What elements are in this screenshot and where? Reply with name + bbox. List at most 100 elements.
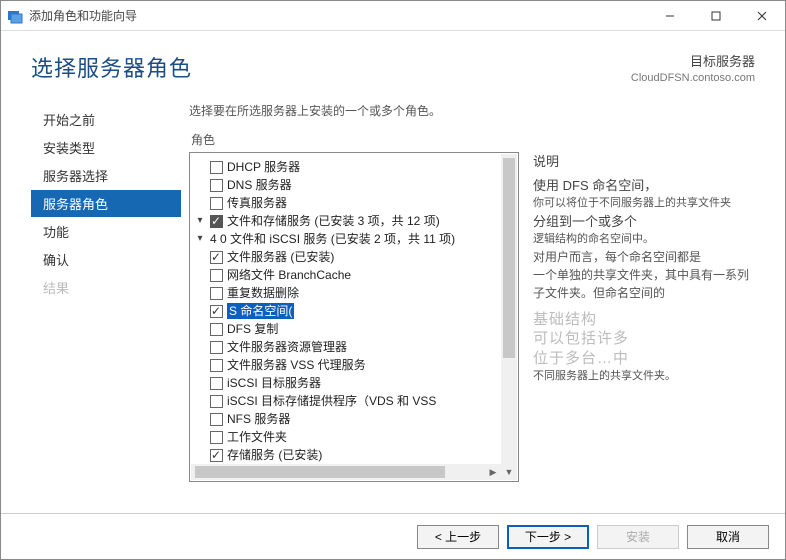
checkbox[interactable] xyxy=(210,449,223,462)
cancel-button[interactable]: 取消 xyxy=(687,525,769,549)
sidebar-item-install-type[interactable]: 安装类型 xyxy=(31,134,181,161)
tree-node-label[interactable]: iSCSI 目标服务器 xyxy=(227,375,321,391)
sidebar-item-results: 结果 xyxy=(31,274,181,301)
tree-node-label[interactable]: 传真服务器 xyxy=(227,195,287,211)
description-line: 你可以将位于不同服务器上的共享文件夹 xyxy=(533,195,765,212)
tree-row[interactable]: 文件服务器 VSS 代理服务 xyxy=(194,357,514,373)
maximize-button[interactable] xyxy=(693,1,739,31)
description-ghost: 基础结构 xyxy=(533,310,765,330)
tree-row[interactable]: DNS 服务器 xyxy=(194,177,514,193)
tree-node-label[interactable]: 重复数据删除 xyxy=(227,285,299,301)
description-line: 一个单独的共享文件夹，其中具有一系列 xyxy=(533,266,765,284)
checkbox[interactable] xyxy=(210,323,223,336)
next-button[interactable]: 下一步 > xyxy=(507,525,589,549)
collapse-icon[interactable]: ▾ xyxy=(194,233,206,245)
description-ghost: 可以包括许多 xyxy=(533,329,765,349)
tree-row[interactable]: 文件服务器 (已安装) xyxy=(194,249,514,265)
tree-row[interactable]: 文件服务器资源管理器 xyxy=(194,339,514,355)
tree-node-label[interactable]: S 命名空间( xyxy=(227,303,294,319)
tree-row[interactable]: NFS 服务器 xyxy=(194,411,514,427)
window-buttons xyxy=(647,1,785,31)
tree-node-label[interactable]: 文件和存储服务 (已安装 3 项，共 12 项) xyxy=(227,213,440,229)
app-icon xyxy=(7,8,23,24)
tree-row[interactable]: 传真服务器 xyxy=(194,195,514,211)
hscroll-thumb[interactable] xyxy=(195,466,445,478)
tree-row[interactable]: 工作文件夹 xyxy=(194,429,514,445)
scroll-right-icon[interactable]: ▶ xyxy=(485,464,501,480)
checkbox[interactable] xyxy=(210,359,223,372)
tree-vertical-scrollbar[interactable]: ▲ ▼ xyxy=(501,154,517,480)
tree-node-label[interactable]: 网络文件 BranchCache xyxy=(227,267,351,283)
wizard-footer: < 上一步 下一步 > 安装 取消 xyxy=(1,513,785,559)
description-line: 不同服务器上的共享文件夹。 xyxy=(533,368,765,385)
checkbox[interactable] xyxy=(210,413,223,426)
sidebar-item-before-you-begin[interactable]: 开始之前 xyxy=(31,106,181,133)
tree-node-label[interactable]: 文件服务器 VSS 代理服务 xyxy=(227,357,366,373)
close-button[interactable] xyxy=(739,1,785,31)
target-server-box: 目标服务器 CloudDFSN.contoso.com xyxy=(631,51,755,84)
tree-row[interactable]: 存储服务 (已安装) xyxy=(194,447,514,463)
tree-row[interactable]: DFS 复制 xyxy=(194,321,514,337)
checkbox[interactable] xyxy=(210,395,223,408)
checkbox[interactable] xyxy=(210,161,223,174)
checkbox[interactable] xyxy=(210,215,223,228)
checkbox[interactable] xyxy=(210,251,223,264)
roles-tree[interactable]: DHCP 服务器 DNS 服务器传真服务器 ▾ 文件和存储服务 (已安装 3 项，共 … xyxy=(189,152,519,482)
main-panel: 选择要在所选服务器上安装的一个或多个角色。 角色 DHCP 服务器 DNS 服务器… xyxy=(181,92,785,500)
tree-node-label[interactable]: 工作文件夹 xyxy=(227,429,287,445)
tree-node-label[interactable]: DHCP 服务器 xyxy=(227,159,300,175)
tree-node-label[interactable]: 文件服务器 (已安装) xyxy=(227,249,334,265)
tree-row[interactable]: ▾ 文件和存储服务 (已安装 3 项，共 12 项) xyxy=(194,213,514,229)
tree-node-label[interactable]: DFS 复制 xyxy=(227,321,278,337)
checkbox[interactable] xyxy=(210,269,223,282)
tree-node-label[interactable]: 存储服务 (已安装) xyxy=(227,447,322,463)
tree-node-label[interactable]: DNS 服务器 xyxy=(227,177,292,193)
checkbox[interactable] xyxy=(210,431,223,444)
instruction-text: 选择要在所选服务器上安装的一个或多个角色。 xyxy=(189,102,771,119)
checkbox[interactable] xyxy=(210,341,223,354)
description-line: 使用 DFS 命名空间， xyxy=(533,176,765,196)
collapse-icon[interactable]: ▾ xyxy=(194,215,206,227)
scroll-down-icon[interactable]: ▼ xyxy=(501,464,517,480)
checkbox[interactable] xyxy=(210,179,223,192)
previous-button[interactable]: < 上一步 xyxy=(417,525,499,549)
tree-row[interactable]: iSCSI 目标服务器 xyxy=(194,375,514,391)
window-title: 添加角色和功能向导 xyxy=(29,7,137,24)
description-pane: 说明 使用 DFS 命名空间， 你可以将位于不同服务器上的共享文件夹 分组到一个… xyxy=(533,152,771,500)
tree-node-label[interactable]: 文件服务器资源管理器 xyxy=(227,339,347,355)
tree-horizontal-scrollbar[interactable]: ◀ ▶ xyxy=(191,464,501,480)
sidebar-item-server-roles[interactable]: 服务器角色 xyxy=(31,190,181,217)
wizard-body: 开始之前 安装类型 服务器选择 服务器角色 功能 确认 结果 选择要在所选服务器… xyxy=(1,92,785,500)
tree-row[interactable]: iSCSI 目标存储提供程序（VDS 和 VSS xyxy=(194,393,514,409)
page-title: 选择服务器角色 xyxy=(31,51,192,83)
tree-node-label[interactable]: NFS 服务器 xyxy=(227,411,290,427)
target-server-label: 目标服务器 xyxy=(631,51,755,70)
tree-node-label[interactable]: iSCSI 目标存储提供程序（VDS 和 VSS xyxy=(227,393,436,409)
step-sidebar: 开始之前 安装类型 服务器选择 服务器角色 功能 确认 结果 xyxy=(1,92,181,500)
checkbox[interactable] xyxy=(210,305,223,318)
description-ghost: 位于多台…中 xyxy=(533,349,765,369)
description-heading: 说明 xyxy=(533,152,765,172)
tree-row[interactable]: DHCP 服务器 xyxy=(194,159,514,175)
checkbox[interactable] xyxy=(210,197,223,210)
description-line: 逻辑结构的命名空间中。 xyxy=(533,231,765,248)
tree-row[interactable]: S 命名空间( xyxy=(194,303,514,319)
vscroll-thumb[interactable] xyxy=(503,158,515,358)
description-line: 子文件夹。但命名空间的 xyxy=(533,284,765,302)
target-server-name: CloudDFSN.contoso.com xyxy=(631,72,755,84)
sidebar-item-confirmation[interactable]: 确认 xyxy=(31,246,181,273)
roles-heading: 角色 xyxy=(191,131,771,148)
minimize-button[interactable] xyxy=(647,1,693,31)
tree-row[interactable]: ▾ 4 0 文件和 iSCSI 服务 (已安装 2 项，共 11 项) xyxy=(194,231,514,247)
tree-node-label[interactable]: 4 0 文件和 iSCSI 服务 (已安装 2 项，共 11 项) xyxy=(210,231,455,247)
checkbox[interactable] xyxy=(210,287,223,300)
wizard-header: 选择服务器角色 目标服务器 CloudDFSN.contoso.com xyxy=(1,31,785,92)
install-button: 安装 xyxy=(597,525,679,549)
sidebar-item-server-selection[interactable]: 服务器选择 xyxy=(31,162,181,189)
checkbox[interactable] xyxy=(210,377,223,390)
description-line: 分组到一个或多个 xyxy=(533,212,765,232)
tree-row[interactable]: 网络文件 BranchCache xyxy=(194,267,514,283)
tree-row[interactable]: 重复数据删除 xyxy=(194,285,514,301)
sidebar-item-features[interactable]: 功能 xyxy=(31,218,181,245)
title-bar: 添加角色和功能向导 xyxy=(1,1,785,31)
